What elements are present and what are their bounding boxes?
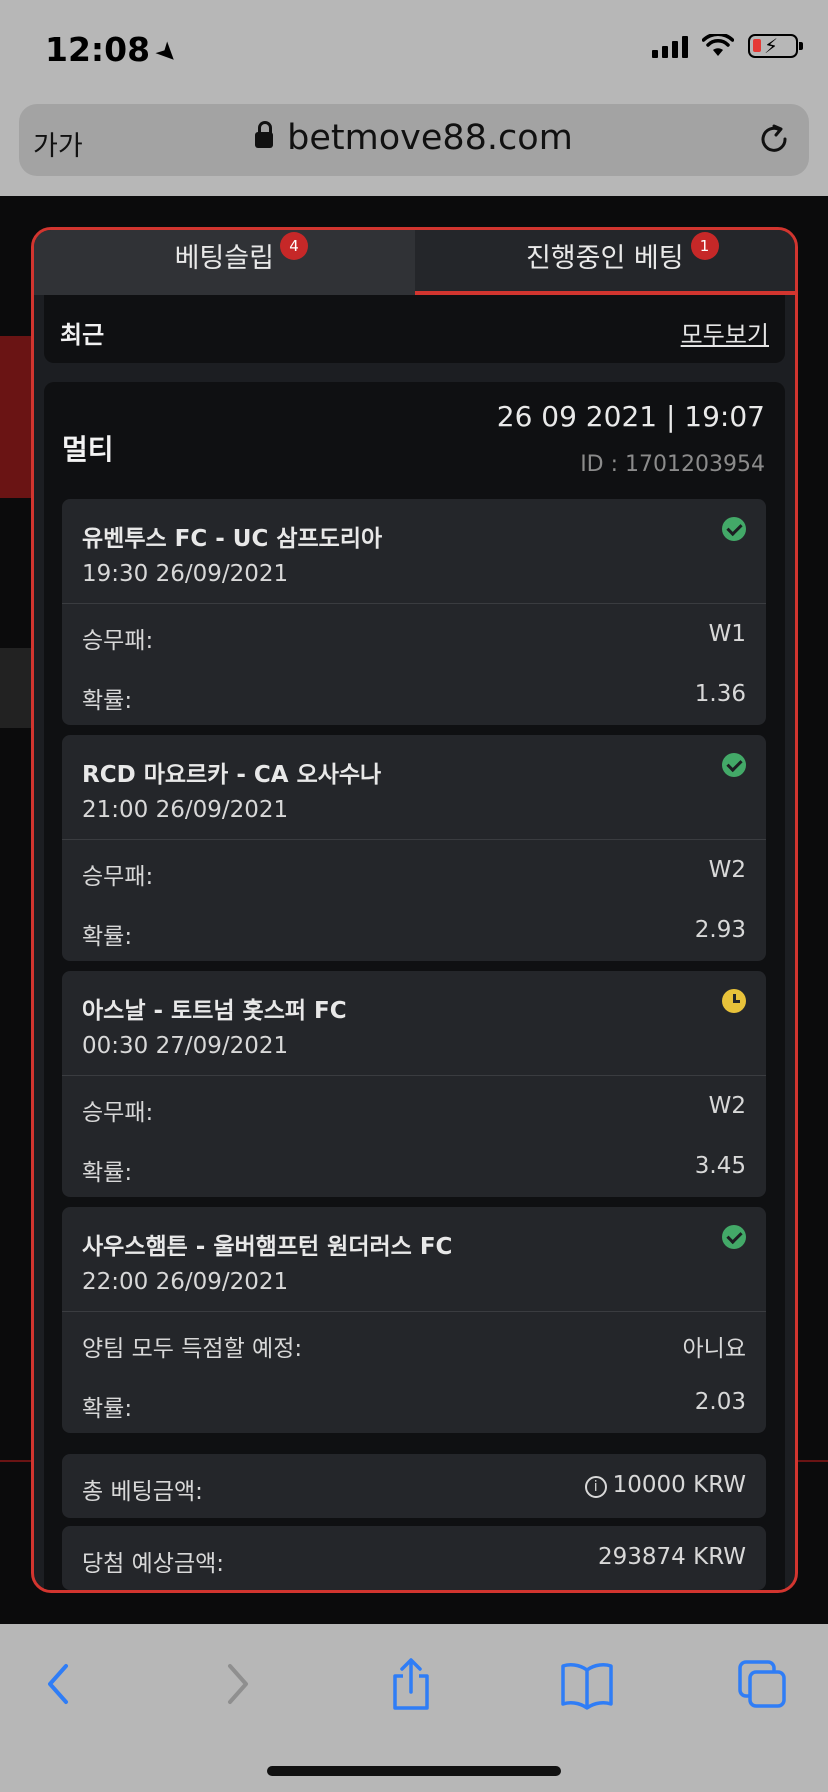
tab-open-bets-label: 진행중인 베팅 [525, 243, 684, 274]
location-arrow-icon: ➤ [148, 34, 186, 72]
url-display[interactable]: betmove88.com [19, 118, 809, 158]
market-value: W2 [708, 857, 746, 883]
tab-open-bets[interactable]: 진행중인 베팅 1 [414, 230, 795, 295]
divider [62, 839, 766, 840]
market-label: 양팀 모두 득점할 예정: [82, 1336, 303, 1362]
odds-label: 확률: [82, 924, 133, 950]
status-icons: ⚡ [652, 34, 803, 58]
odds-value: 1.36 [694, 681, 746, 707]
bet-date: 26 09 2021 | 19:07 [496, 400, 765, 433]
check-circle-icon [722, 753, 746, 777]
market-label: 승무패: [82, 1100, 154, 1126]
tabs-icon[interactable] [733, 1656, 793, 1712]
match-time: 19:30 26/09/2021 [82, 561, 289, 587]
info-icon[interactable]: i [584, 1476, 607, 1498]
odds-value: 3.45 [694, 1153, 746, 1179]
total-stake-row: 총 베팅금액: i 10000 KRW [62, 1454, 766, 1518]
potential-win-label: 당첨 예상금액: [82, 1551, 225, 1577]
status-time: 12:08➤ [45, 30, 185, 71]
divider [62, 603, 766, 604]
wifi-icon [702, 34, 734, 56]
total-stake-value: 10000 KRW [612, 1472, 746, 1498]
tab-betslip-label: 베팅슬립 [174, 243, 274, 274]
match-item: 사우스햄튼 - 울버햄프턴 원더러스 FC 22:00 26/09/2021 양… [62, 1207, 766, 1433]
betslip-modal: 베팅슬립 4 진행중인 베팅 1 최근 모두보기 멀티 26 09 2021 |… [31, 227, 798, 1593]
market-value: W2 [708, 1093, 746, 1119]
match-time: 00:30 27/09/2021 [82, 1033, 289, 1059]
recent-header: 최근 모두보기 [44, 295, 785, 363]
browser-toolbar [0, 1624, 828, 1792]
share-icon[interactable] [381, 1656, 441, 1712]
recent-label: 최근 [60, 321, 105, 349]
odds-row: 확률: 1.36 [82, 681, 746, 715]
bet-card: 멀티 26 09 2021 | 19:07 ID : 1701203954 유벤… [44, 382, 785, 1590]
market-value: W1 [708, 621, 746, 647]
tab-betslip[interactable]: 베팅슬립 4 [34, 230, 415, 295]
clock-icon [722, 989, 746, 1013]
bookmarks-icon[interactable] [557, 1656, 617, 1712]
odds-row: 확률: 2.03 [82, 1389, 746, 1423]
forward-icon[interactable] [206, 1656, 266, 1712]
reload-icon[interactable] [757, 122, 791, 156]
bet-type: 멀티 [62, 433, 114, 466]
open-bets-count-badge: 1 [690, 232, 719, 260]
cellular-signal-icon [652, 34, 688, 58]
market-value: 아니요 [682, 1336, 746, 1362]
match-name: 아스날 - 토트넘 홋스퍼 FC [82, 998, 347, 1024]
market-row: 승무패: W2 [82, 857, 746, 891]
odds-label: 확률: [82, 1396, 133, 1422]
total-stake-label: 총 베팅금액: [82, 1479, 203, 1505]
match-name: RCD 마요르카 - CA 오사수나 [82, 762, 382, 788]
odds-row: 확률: 2.93 [82, 917, 746, 951]
browser-address-area: 가가 betmove88.com [0, 96, 828, 196]
betslip-count-badge: 4 [280, 232, 308, 260]
charging-bolt-icon: ⚡ [764, 34, 779, 58]
battery-icon: ⚡ [748, 34, 803, 58]
time-text: 12:08 [45, 30, 151, 69]
url-text: betmove88.com [287, 118, 573, 158]
see-all-link[interactable]: 모두보기 [681, 315, 769, 350]
potential-win-value: 293874 KRW [598, 1544, 746, 1570]
odds-row: 확률: 3.45 [82, 1153, 746, 1187]
potential-win-row: 당첨 예상금액: 293874 KRW [62, 1526, 766, 1590]
match-name: 사우스햄튼 - 울버햄프턴 원더러스 FC [82, 1234, 453, 1260]
total-stake-value-wrap: i 10000 KRW [584, 1472, 746, 1498]
divider [62, 1311, 766, 1312]
odds-value: 2.03 [694, 1389, 746, 1415]
market-label: 승무패: [82, 864, 154, 890]
odds-label: 확률: [82, 688, 133, 714]
match-name: 유벤투스 FC - UC 삼프도리아 [82, 526, 383, 552]
odds-label: 확률: [82, 1160, 133, 1186]
home-indicator [267, 1766, 561, 1776]
lock-icon [255, 121, 274, 148]
check-circle-icon [722, 1225, 746, 1249]
odds-value: 2.93 [694, 917, 746, 943]
market-row: 승무패: W2 [82, 1093, 746, 1127]
match-item: 유벤투스 FC - UC 삼프도리아 19:30 26/09/2021 승무패:… [62, 499, 766, 725]
market-row: 양팀 모두 득점할 예정: 아니요 [82, 1329, 746, 1363]
match-item: RCD 마요르카 - CA 오사수나 21:00 26/09/2021 승무패:… [62, 735, 766, 961]
address-bar[interactable]: 가가 betmove88.com [19, 104, 809, 176]
match-time: 22:00 26/09/2021 [82, 1269, 289, 1295]
divider [62, 1075, 766, 1076]
bet-id: ID : 1701203954 [580, 452, 765, 477]
check-circle-icon [722, 517, 746, 541]
match-item: 아스날 - 토트넘 홋스퍼 FC 00:30 27/09/2021 승무패: W2… [62, 971, 766, 1197]
market-row: 승무패: W1 [82, 621, 746, 655]
betslip-tabs: 베팅슬립 4 진행중인 베팅 1 [34, 230, 795, 295]
match-time: 21:00 26/09/2021 [82, 797, 289, 823]
back-icon[interactable] [30, 1656, 90, 1712]
status-bar: 12:08➤ ⚡ [0, 0, 828, 96]
market-label: 승무패: [82, 628, 154, 654]
